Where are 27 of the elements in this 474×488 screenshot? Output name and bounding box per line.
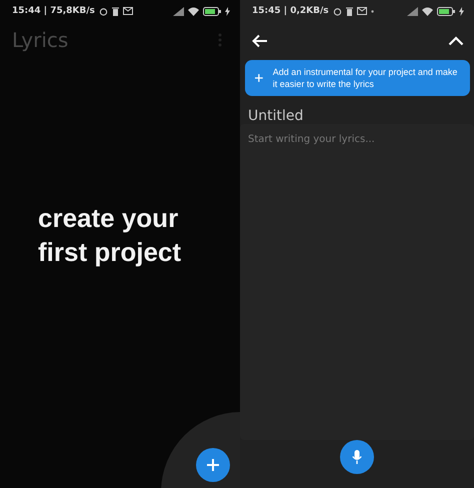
battery-icon	[437, 6, 455, 16]
lyrics-field[interactable]: Start writing your lyrics...	[240, 124, 474, 440]
plus-icon	[206, 458, 220, 472]
charging-icon	[225, 6, 230, 16]
charging-icon	[459, 6, 464, 16]
mail-icon	[356, 7, 367, 15]
status-time: 15:44 | 75,8KB/s	[12, 6, 95, 16]
signal-icon	[407, 6, 418, 16]
signal-icon	[173, 6, 184, 16]
empty-message: create your first project	[38, 202, 182, 269]
mail-icon	[122, 7, 133, 15]
alarm-icon	[332, 6, 342, 16]
trash-icon	[112, 6, 119, 16]
plus-icon	[255, 72, 263, 84]
collapse-icon[interactable]	[448, 36, 464, 46]
status-time: 15:45 | 0,2KB/s	[252, 6, 329, 16]
wifi-icon	[188, 6, 199, 16]
alarm-icon	[98, 6, 108, 16]
song-title-field[interactable]: Untitled	[240, 96, 474, 124]
battery-icon	[203, 6, 221, 16]
wifi-icon	[422, 6, 433, 16]
microphone-button[interactable]	[340, 440, 374, 474]
app-title: Lyrics	[12, 28, 68, 52]
back-arrow-icon[interactable]	[252, 34, 268, 48]
add-instrumental-banner[interactable]: Add an instrumental for your project and make it easier to write the lyrics	[245, 60, 470, 96]
microphone-icon	[352, 450, 362, 464]
trash-icon	[346, 6, 353, 16]
